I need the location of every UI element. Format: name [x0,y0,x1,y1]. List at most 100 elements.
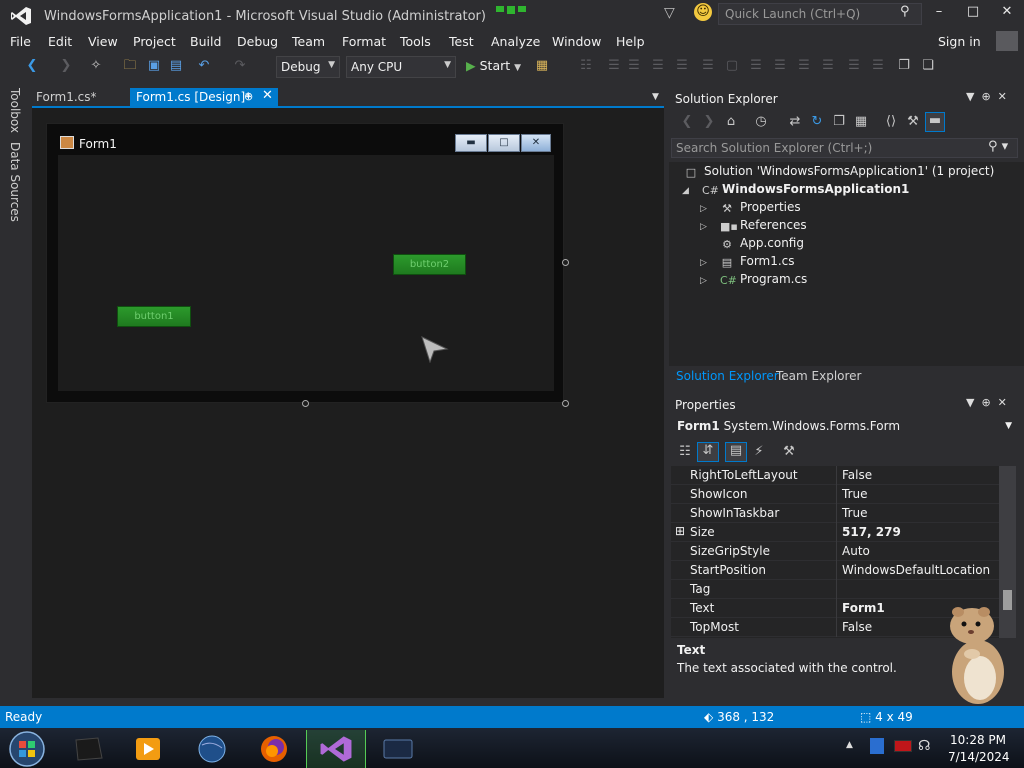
form-client-area[interactable] [58,155,554,391]
tree-item-form1[interactable]: Form1.cs [740,254,795,272]
property-pages-icon[interactable]: ⚒ [781,444,797,460]
pin-icon[interactable]: ⊕ [244,90,253,103]
toolbox-tab[interactable]: Toolbox [8,88,22,133]
search-icon[interactable]: ⚲ ▾ [988,139,1008,154]
home-icon[interactable]: ⌂ [723,114,739,130]
property-row[interactable]: ShowIcon True [671,485,999,504]
resize-handle-corner[interactable] [562,400,569,407]
property-row[interactable]: ⊞ Size 517, 279 [671,523,999,542]
events-lightning-icon[interactable]: ⚡ [751,444,767,460]
preview-icon[interactable]: ▬ [925,112,945,132]
menu-debug[interactable]: Debug [237,34,278,49]
button2[interactable]: button2 [393,254,466,275]
resize-handle-right[interactable] [562,259,569,266]
sign-in-link[interactable]: Sign in [938,34,981,49]
close-icon[interactable]: ✕ [262,88,273,103]
find-in-files-icon[interactable]: ▦ [534,58,550,74]
menu-test[interactable]: Test [449,34,474,49]
maximize-button[interactable]: □ [958,4,988,24]
property-row[interactable]: SizeGripStyle Auto [671,542,999,561]
menu-project[interactable]: Project [133,34,176,49]
save-icon[interactable]: ▣ [146,58,162,74]
clock-date[interactable]: 7/14/2024 [948,750,1010,764]
solution-platform-select[interactable]: Any CPU ▼ [346,56,456,78]
account-icon[interactable] [996,31,1018,51]
menu-analyze[interactable]: Analyze [491,34,540,49]
solution-explorer-search[interactable]: Search Solution Explorer (Ctrl+;) [671,138,1018,158]
clock-time[interactable]: 10:28 PM [950,733,1006,747]
show-hidden-icons-icon[interactable]: ▲ [846,740,853,750]
tray-app-icon[interactable] [894,740,912,752]
menu-tools[interactable]: Tools [400,34,431,49]
tab-form1-code[interactable]: Form1.cs* [34,89,130,107]
save-all-icon[interactable]: ▤ [168,58,184,74]
property-row[interactable]: Tag [671,580,999,599]
new-project-icon[interactable]: ✧ [88,58,104,74]
view-code-icon[interactable]: ⟨⟩ [883,114,899,130]
undo-icon[interactable]: ↶ [196,58,212,74]
menu-team[interactable]: Team [292,34,325,49]
start-debugging-button[interactable]: ▶ Start ▼ [466,58,521,73]
collapsed-arrow-icon[interactable]: ▷ [700,276,707,286]
tree-item-app-config[interactable]: App.config [740,236,804,254]
navigate-back-icon[interactable]: ❮ [24,58,40,74]
tree-item-project[interactable]: WindowsFormsApplication1 [722,182,909,200]
collapsed-arrow-icon[interactable]: ▷ [700,258,707,268]
quick-launch-input[interactable]: Quick Launch (Ctrl+Q) [718,3,922,25]
collapsed-arrow-icon[interactable]: ▷ [700,222,707,232]
alphabetical-icon[interactable]: ⇵ [697,442,719,462]
tab-team-explorer[interactable]: Team Explorer [776,369,862,383]
panel-controls[interactable]: ▼ ⊕ ✕ [966,90,1007,103]
data-sources-tab[interactable]: Data Sources [8,142,22,222]
bring-to-front-icon[interactable]: ❐ [896,58,912,74]
taskbar-firefox-icon[interactable] [244,730,304,768]
property-row[interactable]: ShowInTaskbar True [671,504,999,523]
button1[interactable]: button1 [117,306,191,327]
feedback-smiley-icon[interactable]: ☺ [694,3,712,21]
tree-item-references[interactable]: References [740,218,807,236]
menu-build[interactable]: Build [190,34,221,49]
property-row[interactable]: StartPosition WindowsDefaultLocation [671,561,999,580]
volume-icon[interactable]: ☊ [918,738,930,754]
chevron-down-icon[interactable]: ▼ [652,92,659,102]
taskbar-globe-icon[interactable] [182,730,242,768]
tree-item-solution[interactable]: Solution 'WindowsFormsApplication1' (1 p… [704,164,994,182]
menu-help[interactable]: Help [616,34,645,49]
menu-format[interactable]: Format [342,34,386,49]
collapse-all-icon[interactable]: ❐ [831,114,847,130]
properties-view-icon[interactable]: ▤ [725,442,747,462]
refresh-icon[interactable]: ↻ [809,114,825,130]
taskbar-media-player-icon[interactable] [118,730,178,768]
menu-window[interactable]: Window [552,34,601,49]
open-file-icon[interactable]: 🗀 [122,58,138,74]
tab-solution-explorer[interactable]: Solution Explorer [676,369,779,383]
tree-item-properties[interactable]: Properties [740,200,801,218]
menu-file[interactable]: File [10,34,31,49]
network-icon[interactable] [870,738,884,754]
taskbar-visual-studio-icon[interactable] [306,730,366,768]
expand-plus-icon[interactable]: ⊞ [675,524,685,538]
resize-handle-bottom[interactable] [302,400,309,407]
menu-edit[interactable]: Edit [48,34,72,49]
taskbar-video-icon[interactable] [368,730,428,768]
panel-controls[interactable]: ▼ ⊕ ✕ [966,396,1007,409]
tree-item-program[interactable]: Program.cs [740,272,807,290]
minimize-button[interactable]: – [924,4,954,24]
sync-icon[interactable]: ⇄ [787,114,803,130]
properties-wrench-icon[interactable]: ⚒ [905,114,921,130]
feedback-filter-icon[interactable]: ▽ [664,5,675,21]
start-orb-icon[interactable] [6,730,48,768]
pending-changes-icon[interactable]: ◷ [753,114,769,130]
close-button[interactable]: ✕ [992,4,1022,24]
property-row[interactable]: RightToLeftLayout False [671,466,999,485]
search-icon[interactable]: ⚲ [900,4,910,19]
categorized-icon[interactable]: ☷ [677,444,693,460]
show-all-files-icon[interactable]: ▦ [853,114,869,130]
menu-view[interactable]: View [88,34,118,49]
taskbar-app-3d-icon[interactable] [58,730,118,768]
collapsed-arrow-icon[interactable]: ▷ [700,204,707,214]
tab-form1-design[interactable]: Form1.cs [Design]* [130,88,278,107]
send-to-back-icon[interactable]: ❏ [920,58,936,74]
solution-configuration-select[interactable]: Debug ▼ [276,56,340,78]
properties-object-select[interactable]: Form1 System.Windows.Forms.Form ▼ [671,418,1018,436]
